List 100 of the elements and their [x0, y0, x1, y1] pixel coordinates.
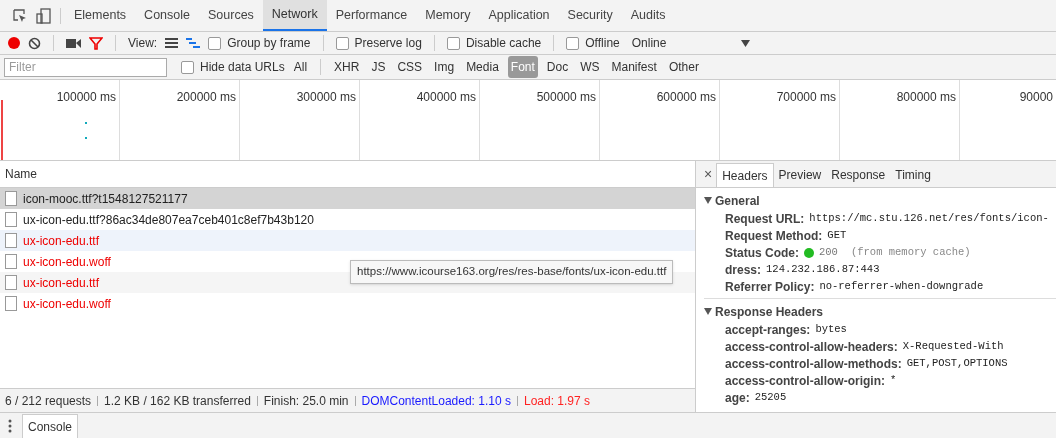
checkbox[interactable]	[208, 36, 222, 50]
header-name: Request Method:	[725, 227, 823, 245]
time-tick: 100000 ms	[56, 90, 116, 104]
time-tick: 600000 ms	[656, 90, 716, 104]
panel-tab[interactable]: Performance	[326, 0, 417, 31]
section-header[interactable]: General	[704, 191, 1056, 210]
checkbox[interactable]	[446, 36, 460, 50]
header-value: bytes	[815, 321, 847, 337]
inspect-icon[interactable]	[12, 7, 28, 24]
status-text: Load: 1.97 s	[523, 392, 590, 410]
checkbox-label: Preserve log	[354, 35, 422, 52]
header-value: 200	[819, 244, 838, 260]
disclosure-icon	[704, 308, 712, 315]
header-name: access-control-allow-origin:	[725, 372, 886, 390]
request-row[interactable]: icon-mooc.ttf?t1548127521177	[0, 188, 695, 209]
request-name: icon-mooc.ttf?t1548127521177	[23, 190, 188, 208]
status-text: 6 / 212 requests	[5, 392, 92, 410]
type-filter[interactable]: CSS	[394, 56, 426, 78]
filter-icon[interactable]	[89, 36, 103, 50]
header-value: 124.232.186.87:443	[766, 261, 880, 277]
header-note: (from memory cache)	[850, 244, 971, 260]
request-name: ux-icon-edu.woff	[23, 253, 111, 271]
file-icon	[5, 275, 17, 290]
file-icon	[5, 233, 17, 248]
header-name: Request URL:	[725, 210, 805, 228]
panel-tab[interactable]: Sources	[199, 0, 263, 31]
type-filter[interactable]: XHR	[331, 56, 363, 78]
throttle-select[interactable]: Online	[631, 34, 750, 52]
checkbox[interactable]	[181, 60, 194, 74]
file-icon	[5, 254, 17, 269]
detail-tab[interactable]: Headers	[716, 163, 774, 187]
header-value: GET	[827, 227, 847, 243]
header-name: Referrer Policy:	[725, 278, 815, 296]
request-name: ux-icon-edu.ttf	[23, 232, 100, 250]
section-header[interactable]: Response Headers	[704, 302, 1056, 321]
header-name: accept-ranges:	[725, 321, 811, 339]
header-value: X-Requested-With	[902, 338, 1004, 354]
clear-icon[interactable]	[28, 36, 41, 50]
type-filter[interactable]: Other	[665, 56, 702, 78]
type-filter[interactable]: WS	[577, 56, 603, 78]
time-tick: 400000 ms	[416, 90, 476, 104]
panel-tab[interactable]: Elements	[65, 0, 136, 31]
time-tick: 800000 ms	[896, 90, 956, 104]
time-tick: 200000 ms	[176, 90, 236, 104]
header-name: access-control-allow-methods:	[725, 355, 902, 373]
request-name: ux-icon-edu.ttf	[23, 274, 100, 292]
type-filter[interactable]: Manifest	[608, 56, 660, 78]
waterfall-icon[interactable]	[186, 38, 201, 48]
filter-field[interactable]: Filter	[4, 57, 167, 77]
panel-tab[interactable]: Network	[262, 0, 327, 31]
checkbox-label: Group by frame	[227, 35, 311, 52]
type-filter[interactable]: JS	[368, 56, 389, 78]
view-label: View:	[128, 35, 158, 52]
type-filter[interactable]: Img	[431, 56, 458, 78]
time-tick: 90000	[1019, 90, 1053, 104]
drawer-tab[interactable]: Console	[22, 414, 79, 438]
panel-tab[interactable]: Security	[558, 0, 622, 31]
dropdown-icon	[740, 39, 750, 47]
checkbox-label: Offline	[585, 35, 620, 52]
device-icon[interactable]	[36, 7, 52, 24]
panel-tab[interactable]: Audits	[621, 0, 675, 31]
request-marker	[85, 137, 87, 139]
camera-icon[interactable]	[66, 37, 81, 49]
url-tooltip: https://www.icourse163.org/res/res-base/fonts/ux-icon-edu.ttf	[350, 260, 674, 284]
type-filter[interactable]: Doc	[543, 56, 572, 78]
header-value: no-referrer-when-downgrade	[819, 278, 984, 294]
checkbox[interactable]	[566, 36, 580, 50]
status-text: Finish: 25.0 min	[263, 392, 349, 410]
checkbox-label: Disable cache	[465, 35, 542, 52]
header-name: dress:	[725, 261, 762, 279]
detail-tab[interactable]: Response	[826, 163, 891, 187]
disclosure-icon	[704, 197, 712, 204]
status-text: 1.2 KB / 162 KB transferred	[104, 392, 251, 410]
more-icon[interactable]	[8, 418, 12, 433]
header-value: GET,POST,OPTIONS	[906, 355, 1008, 371]
request-name: ux-icon-edu.ttf?86ac34de807ea7ceb401c8ef7b43b120	[23, 211, 314, 229]
column-header[interactable]: Name	[5, 165, 37, 183]
checkbox[interactable]	[335, 36, 349, 50]
time-tick: 500000 ms	[536, 90, 596, 104]
header-name: Status Code:	[725, 244, 799, 262]
time-tick: 700000 ms	[776, 90, 836, 104]
header-value: https://mc.stu.126.net/res/fonts/icon-	[809, 210, 1049, 226]
panel-tab[interactable]: Application	[479, 0, 559, 31]
time-tick: 300000 ms	[296, 90, 356, 104]
list-view-icon[interactable]	[165, 38, 179, 48]
record-icon[interactable]	[8, 37, 20, 49]
type-filter[interactable]: All	[290, 56, 311, 78]
file-icon	[5, 191, 17, 206]
header-name: age:	[725, 389, 750, 407]
request-marker	[85, 122, 87, 124]
request-row[interactable]: ux-icon-edu.ttf	[0, 230, 695, 251]
panel-tab[interactable]: Memory	[416, 0, 480, 31]
panel-tab[interactable]: Console	[135, 0, 199, 31]
detail-tab[interactable]: Preview	[773, 163, 827, 187]
file-icon	[5, 296, 17, 311]
detail-tab[interactable]: Timing	[890, 163, 936, 187]
header-name: access-control-allow-headers:	[725, 338, 898, 356]
type-filter[interactable]: Media	[463, 56, 502, 78]
close-button[interactable]: ×	[700, 163, 717, 185]
file-icon	[5, 212, 17, 227]
